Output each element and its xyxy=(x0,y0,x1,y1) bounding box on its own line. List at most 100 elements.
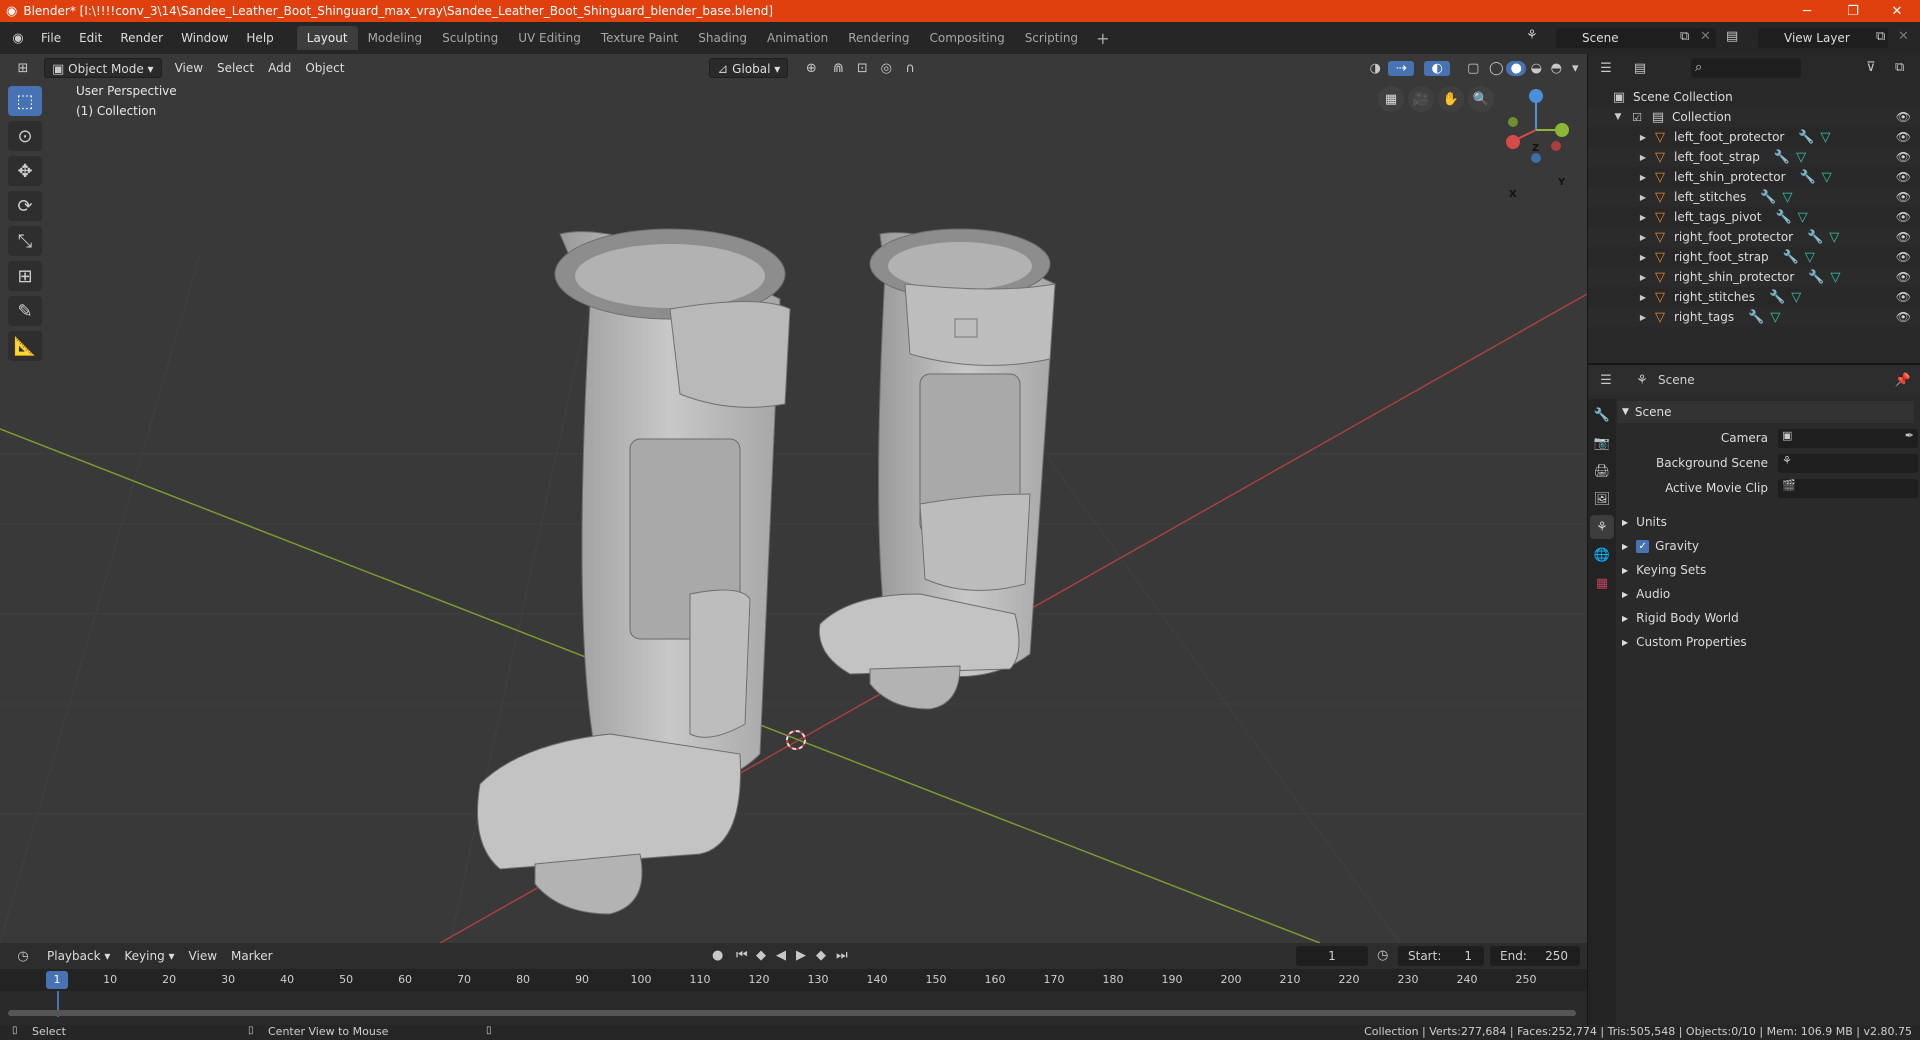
scene-panel-header[interactable]: ▼ Scene xyxy=(1618,401,1914,423)
background-scene-field[interactable]: ⚘ xyxy=(1778,453,1918,473)
workspace-tab-sculpting[interactable]: Sculpting xyxy=(432,26,508,50)
play-reverse-icon[interactable]: ◀ xyxy=(776,948,786,963)
camera-field[interactable]: ▣ ✒ xyxy=(1778,428,1918,448)
eye-icon[interactable]: 👁 xyxy=(1896,190,1911,204)
audio-panel-header[interactable]: ▶ Audio xyxy=(1618,583,1918,605)
workspace-tab-layout[interactable]: Layout xyxy=(296,26,358,50)
scene-tab[interactable]: ⚘ xyxy=(1590,515,1614,539)
outliner-editor-type-icon[interactable]: ☰ xyxy=(1588,61,1624,76)
outliner-row-object[interactable]: ▶ ▽ left_stitches 🔧 ▽ 👁 xyxy=(1588,187,1920,207)
eye-icon[interactable]: 👁 xyxy=(1896,310,1911,324)
expand-arrow-icon[interactable]: ▶ xyxy=(1638,253,1648,262)
move-tool[interactable]: ✥ xyxy=(8,156,42,186)
modifier-wrench-icon[interactable]: 🔧 xyxy=(1800,170,1816,185)
new-scene-icon[interactable]: ⧉ xyxy=(1680,29,1689,44)
snap-icon[interactable]: ⋒ xyxy=(826,61,850,76)
expand-arrow-icon[interactable]: ▶ xyxy=(1638,133,1648,142)
rigid-body-world-panel-header[interactable]: ▶ Rigid Body World xyxy=(1618,607,1918,629)
eye-icon[interactable]: 👁 xyxy=(1896,270,1911,284)
collection-checkbox-icon[interactable]: ☑ xyxy=(1630,111,1644,124)
add-workspace-icon[interactable]: + xyxy=(1088,29,1117,48)
jump-end-icon[interactable]: ⏭ xyxy=(836,948,848,963)
workspace-tab-shading[interactable]: Shading xyxy=(688,26,757,50)
render-tab[interactable]: 📷 xyxy=(1590,431,1614,455)
outliner-row-object[interactable]: ▶ ▽ right_stitches 🔧 ▽ 👁 xyxy=(1588,287,1920,307)
proportional-editing-icon[interactable]: ◎ xyxy=(874,61,898,76)
mesh-data-icon[interactable]: ▽ xyxy=(1822,170,1832,185)
units-panel-header[interactable]: ▶ Units xyxy=(1618,511,1918,533)
expand-arrow-icon[interactable]: ▶ xyxy=(1638,213,1648,222)
display-mode-icon[interactable]: ▤ xyxy=(1624,61,1656,76)
jump-start-icon[interactable]: ⏮ xyxy=(736,948,748,963)
expand-arrow-icon[interactable]: ▶ xyxy=(1638,293,1648,302)
falloff-icon[interactable]: ∩ xyxy=(898,61,922,76)
material-shading-icon[interactable]: ◒ xyxy=(1526,61,1546,76)
mesh-data-icon[interactable]: ▽ xyxy=(1796,150,1806,165)
outliner-row-scene-collection[interactable]: ▣ Scene Collection xyxy=(1588,87,1920,107)
zoom-icon[interactable]: 🔍 xyxy=(1468,86,1494,112)
use-preview-range-icon[interactable]: ◷ xyxy=(1377,948,1388,963)
mesh-data-icon[interactable]: ▽ xyxy=(1805,250,1815,265)
expand-arrow-icon[interactable]: ▼ xyxy=(1612,112,1624,122)
active-movie-clip-field[interactable]: 🎬 xyxy=(1778,478,1918,498)
eye-icon[interactable]: 👁 xyxy=(1896,250,1911,264)
solid-shading-icon[interactable]: ● xyxy=(1506,60,1527,76)
new-view-layer-icon[interactable]: ⧉ xyxy=(1876,29,1885,44)
measure-tool[interactable]: 📐 xyxy=(8,331,42,361)
delete-view-layer-icon[interactable]: ✕ xyxy=(1898,29,1909,44)
expand-arrow-icon[interactable]: ▶ xyxy=(1638,313,1648,322)
3d-viewport[interactable]: Z Y X ⊞ ▣ Object Mode ▾ View Select Add … xyxy=(0,54,1587,943)
overlay-toggle-icon[interactable]: ◐ xyxy=(1424,60,1451,76)
menu-edit[interactable]: Edit xyxy=(70,27,111,49)
modifier-wrench-icon[interactable]: 🔧 xyxy=(1807,230,1823,245)
expand-arrow-icon[interactable]: ▶ xyxy=(1638,273,1648,282)
properties-editor-type-icon[interactable]: ☰ xyxy=(1588,373,1624,388)
start-frame-field[interactable]: Start: 1 xyxy=(1398,946,1484,966)
outliner-row-object[interactable]: ▶ ▽ left_shin_protector 🔧 ▽ 👁 xyxy=(1588,167,1920,187)
timeline-menu-keying[interactable]: Keying ▾ xyxy=(117,946,181,966)
custom-properties-panel-header[interactable]: ▶ Custom Properties xyxy=(1618,631,1918,653)
xray-toggle-icon[interactable]: ▢ xyxy=(1460,61,1486,76)
outliner-row-collection[interactable]: ▼ ☑ ▤ Collection 👁 xyxy=(1588,107,1920,127)
rendered-shading-icon[interactable]: ◓ xyxy=(1546,61,1566,76)
maximize-button[interactable]: ❐ xyxy=(1830,0,1876,22)
outliner-row-object[interactable]: ▶ ▽ right_tags 🔧 ▽ 👁 xyxy=(1588,307,1920,327)
eye-icon[interactable]: 👁 xyxy=(1896,130,1911,144)
gravity-panel-header[interactable]: ▶ ✓ Gravity xyxy=(1618,535,1918,557)
modifier-wrench-icon[interactable]: 🔧 xyxy=(1748,310,1764,325)
shading-options-icon[interactable]: ▾ xyxy=(1566,61,1584,76)
mesh-data-icon[interactable]: ▽ xyxy=(1791,290,1801,305)
workspace-tab-scripting[interactable]: Scripting xyxy=(1015,26,1088,50)
outliner-row-object[interactable]: ▶ ▽ right_foot_protector 🔧 ▽ 👁 xyxy=(1588,227,1920,247)
mesh-data-icon[interactable]: ▽ xyxy=(1782,190,1792,205)
prev-keyframe-icon[interactable]: ◆ xyxy=(756,948,766,963)
workspace-tab-texture-paint[interactable]: Texture Paint xyxy=(591,26,688,50)
gravity-checkbox-icon[interactable]: ✓ xyxy=(1636,539,1650,553)
timeline-menu-playback[interactable]: Playback ▾ xyxy=(40,946,117,966)
expand-arrow-icon[interactable]: ▶ xyxy=(1638,153,1648,162)
eye-icon[interactable]: 👁 xyxy=(1896,110,1911,124)
viewport-menu-add[interactable]: Add xyxy=(261,58,298,78)
expand-arrow-icon[interactable]: ▶ xyxy=(1638,193,1648,202)
world-tab[interactable]: 🌐 xyxy=(1590,543,1614,567)
object-mode-dropdown[interactable]: ▣ Object Mode ▾ xyxy=(44,58,162,78)
workspace-tab-uv-editing[interactable]: UV Editing xyxy=(508,26,591,50)
wireframe-shading-icon[interactable]: ◯ xyxy=(1486,61,1506,76)
eye-icon[interactable]: 👁 xyxy=(1896,230,1911,244)
modifier-wrench-icon[interactable]: 🔧 xyxy=(1798,130,1814,145)
scene-name-field[interactable]: Scene xyxy=(1556,28,1716,48)
tool-tab[interactable]: 🔧 xyxy=(1590,403,1614,427)
close-button[interactable]: ✕ xyxy=(1874,0,1920,22)
blender-menu-icon[interactable]: ◉ xyxy=(4,31,32,46)
workspace-tab-compositing[interactable]: Compositing xyxy=(919,26,1014,50)
record-icon[interactable]: ● xyxy=(712,948,723,963)
mesh-data-icon[interactable]: ▽ xyxy=(1830,270,1840,285)
view-layer-field[interactable]: View Layer xyxy=(1758,28,1888,48)
expand-arrow-icon[interactable]: ▶ xyxy=(1638,173,1648,182)
timeline-scrollbar[interactable] xyxy=(8,1010,1576,1016)
workspace-tab-modeling[interactable]: Modeling xyxy=(358,26,433,50)
pivot-point-icon[interactable]: ⊕ xyxy=(796,61,826,76)
toggle-camera-grid-icon[interactable]: ▦ xyxy=(1378,86,1404,112)
eye-icon[interactable]: 👁 xyxy=(1896,290,1911,304)
pin-icon[interactable]: 📌 xyxy=(1895,373,1911,388)
